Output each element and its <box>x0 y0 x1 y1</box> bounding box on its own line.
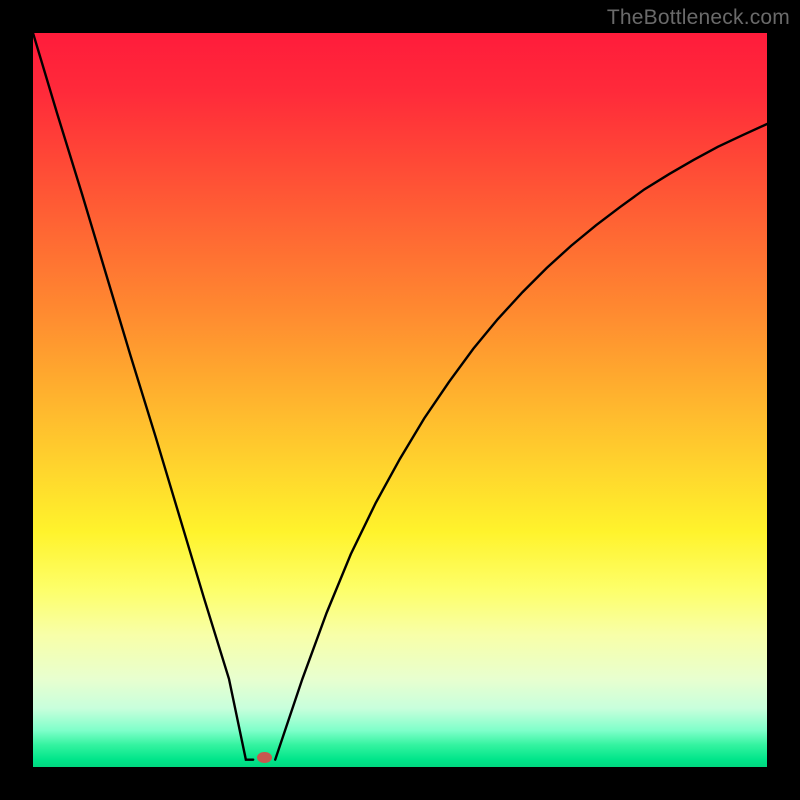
curve-left-branch <box>33 33 253 760</box>
optimum-marker <box>257 752 272 763</box>
curve-right-branch <box>275 124 767 760</box>
plot-area <box>33 33 767 767</box>
attribution-text: TheBottleneck.com <box>607 6 790 30</box>
bottleneck-curve <box>33 33 767 767</box>
chart-frame: TheBottleneck.com <box>0 0 800 800</box>
